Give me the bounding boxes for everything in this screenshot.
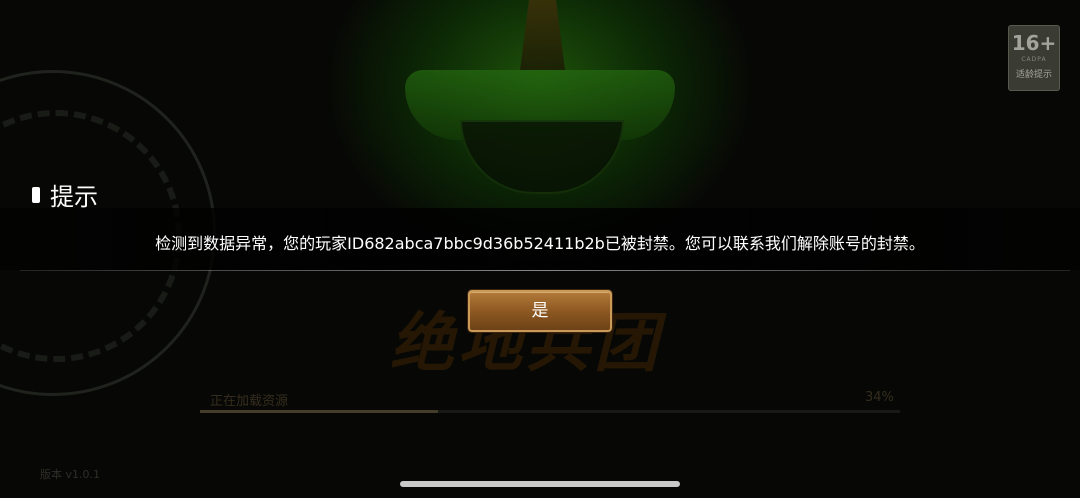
dialog-title: 提示: [50, 183, 98, 211]
dialog-header: 提示: [32, 177, 98, 212]
dialog-divider: [20, 270, 1070, 271]
title-marker-icon: [32, 186, 40, 203]
home-indicator[interactable]: [400, 481, 680, 487]
game-screen: 绝地兵团 16+ CADPA 适龄提示 正在加载资源 34% 版本 v1.0.1…: [0, 0, 1080, 498]
confirm-button[interactable]: 是: [468, 290, 612, 332]
dialog-message: 检测到数据异常，您的玩家ID682abca7bbc9d36b52411b2b已被…: [155, 234, 925, 253]
